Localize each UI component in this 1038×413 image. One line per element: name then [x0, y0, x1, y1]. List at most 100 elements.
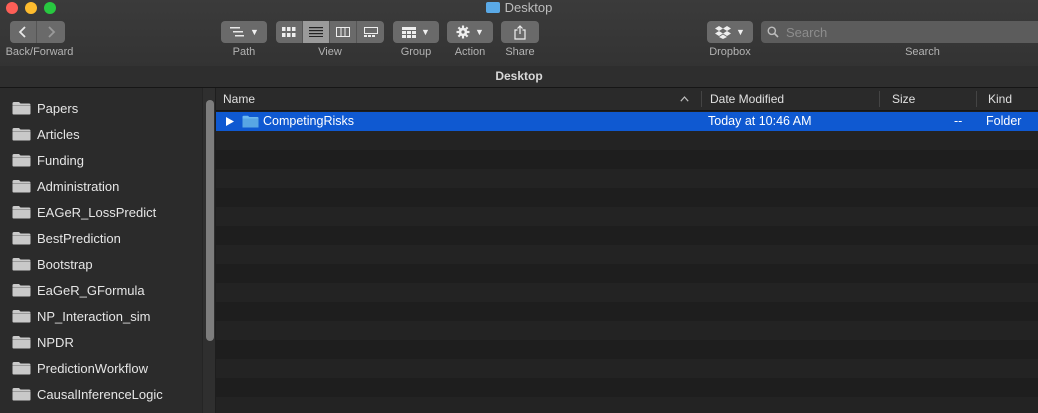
path-bar: Desktop [0, 66, 1038, 88]
sidebar-item[interactable]: BestPrediction [12, 225, 121, 251]
chevron-down-icon: ▼ [475, 27, 484, 37]
sidebar-item-label: Papers [37, 100, 79, 116]
search-icon [767, 26, 779, 38]
folder-icon [12, 232, 31, 245]
folder-icon [12, 258, 31, 271]
sidebar-item[interactable]: Papers [12, 95, 78, 121]
column-header-name[interactable]: Name [216, 88, 699, 110]
dropbox-button[interactable]: ▼ [707, 21, 753, 43]
empty-row [216, 321, 1038, 340]
empty-row [216, 150, 1038, 169]
chevron-right-icon [47, 26, 55, 38]
sidebar-item[interactable]: EaGeR_GFormula [12, 277, 145, 303]
folder-icon [12, 310, 31, 323]
empty-row [216, 169, 1038, 188]
list-view-icon [309, 27, 323, 37]
empty-row [216, 264, 1038, 283]
sidebar-item-label: Articles [37, 126, 80, 142]
sort-ascending-icon [680, 96, 689, 102]
sidebar-item[interactable]: NP_Interaction_sim [12, 303, 150, 329]
toolbar: Desktop Back/Forward ▼ Path View ▼ Group… [0, 0, 1038, 66]
share-button[interactable] [501, 21, 539, 43]
empty-row [216, 188, 1038, 207]
group-icon [402, 26, 417, 38]
table-row[interactable]: CompetingRisks Today at 10:46 AM -- Folder [216, 112, 1038, 131]
chevron-left-icon [18, 26, 26, 38]
view-list-button[interactable] [303, 21, 330, 43]
empty-row [216, 302, 1038, 321]
group-button[interactable]: ▼ [393, 21, 439, 43]
path-icon [230, 27, 245, 37]
back-button[interactable] [10, 21, 37, 43]
sidebar-item[interactable]: EAGeR_LossPredict [12, 199, 156, 225]
view-icons-button[interactable] [276, 21, 303, 43]
column-separator [701, 91, 702, 107]
column-header-kind[interactable]: Kind [981, 88, 1038, 110]
forward-button[interactable] [37, 21, 64, 43]
dropbox-label: Dropbox [709, 46, 751, 58]
share-icon [514, 24, 526, 40]
window-title-text: Desktop [504, 0, 553, 15]
folder-icon [12, 362, 31, 375]
search-label: Search [905, 46, 940, 58]
chevron-down-icon: ▼ [736, 27, 745, 37]
folder-icon [12, 180, 31, 193]
sidebar-item[interactable]: CausalInferenceLogic [12, 381, 163, 407]
column-header-name-label: Name [223, 92, 256, 106]
sidebar-item-label: NP_Interaction_sim [37, 308, 151, 324]
folder-icon [12, 284, 31, 297]
column-header-date-modified[interactable]: Date Modified [703, 88, 879, 110]
sidebar-item-label: PredictionWorkflow [37, 360, 149, 376]
empty-row [216, 359, 1038, 378]
sidebar-scrollbar-thumb[interactable] [206, 100, 214, 341]
back-forward-control [10, 21, 65, 43]
column-header-size[interactable]: Size [885, 88, 975, 110]
icon-view-icon [282, 27, 296, 37]
sidebar-item-label: CausalInferenceLogic [37, 386, 163, 402]
sidebar-item-label: EAGeR_LossPredict [37, 204, 157, 220]
action-button[interactable]: ▼ [447, 21, 493, 43]
folder-icon [12, 128, 31, 141]
column-view-icon [336, 27, 350, 37]
dropbox-icon [715, 25, 732, 39]
chevron-down-icon: ▼ [421, 27, 430, 37]
row-date-modified: Today at 10:46 AM [708, 114, 812, 128]
sidebar-item[interactable]: NPDR [12, 329, 74, 355]
view-segmented-control [276, 21, 384, 43]
empty-row [216, 245, 1038, 264]
row-size: -- [954, 114, 963, 128]
column-separator [976, 91, 977, 107]
empty-row [216, 340, 1038, 359]
sidebar-item[interactable]: Bootstrap [12, 251, 93, 277]
sidebar-item-label: BestPrediction [37, 230, 121, 246]
empty-row [216, 283, 1038, 302]
sidebar-item-label: NPDR [37, 334, 74, 350]
sidebar-item[interactable]: Articles [12, 121, 80, 147]
sidebar-item[interactable]: Administration [12, 173, 119, 199]
window-title: Desktop [0, 0, 1038, 16]
sidebar-item[interactable]: PredictionWorkflow [12, 355, 148, 381]
empty-row [216, 207, 1038, 226]
chevron-down-icon: ▼ [250, 27, 259, 37]
folder-icon [242, 115, 259, 128]
row-name: CompetingRisks [263, 114, 355, 128]
folder-icon [12, 102, 31, 115]
group-label: Group [400, 46, 432, 58]
folder-icon [12, 154, 31, 167]
folder-icon [12, 336, 31, 349]
folder-icon [485, 2, 500, 13]
view-gallery-button[interactable] [357, 21, 384, 43]
path-label: Path [232, 46, 256, 58]
empty-row [216, 378, 1038, 397]
empty-row [216, 131, 1038, 150]
back-forward-label: Back/Forward [5, 46, 74, 58]
disclosure-triangle-icon[interactable] [226, 117, 234, 126]
action-label: Action [454, 46, 486, 58]
path-button[interactable]: ▼ [221, 21, 267, 43]
view-columns-button[interactable] [330, 21, 357, 43]
sidebar-item-label: Funding [37, 152, 84, 168]
search-field[interactable] [761, 21, 1038, 43]
sidebar-item[interactable]: Funding [12, 147, 84, 173]
search-input[interactable] [784, 23, 1028, 41]
sidebar-scrollbar[interactable] [202, 88, 215, 413]
